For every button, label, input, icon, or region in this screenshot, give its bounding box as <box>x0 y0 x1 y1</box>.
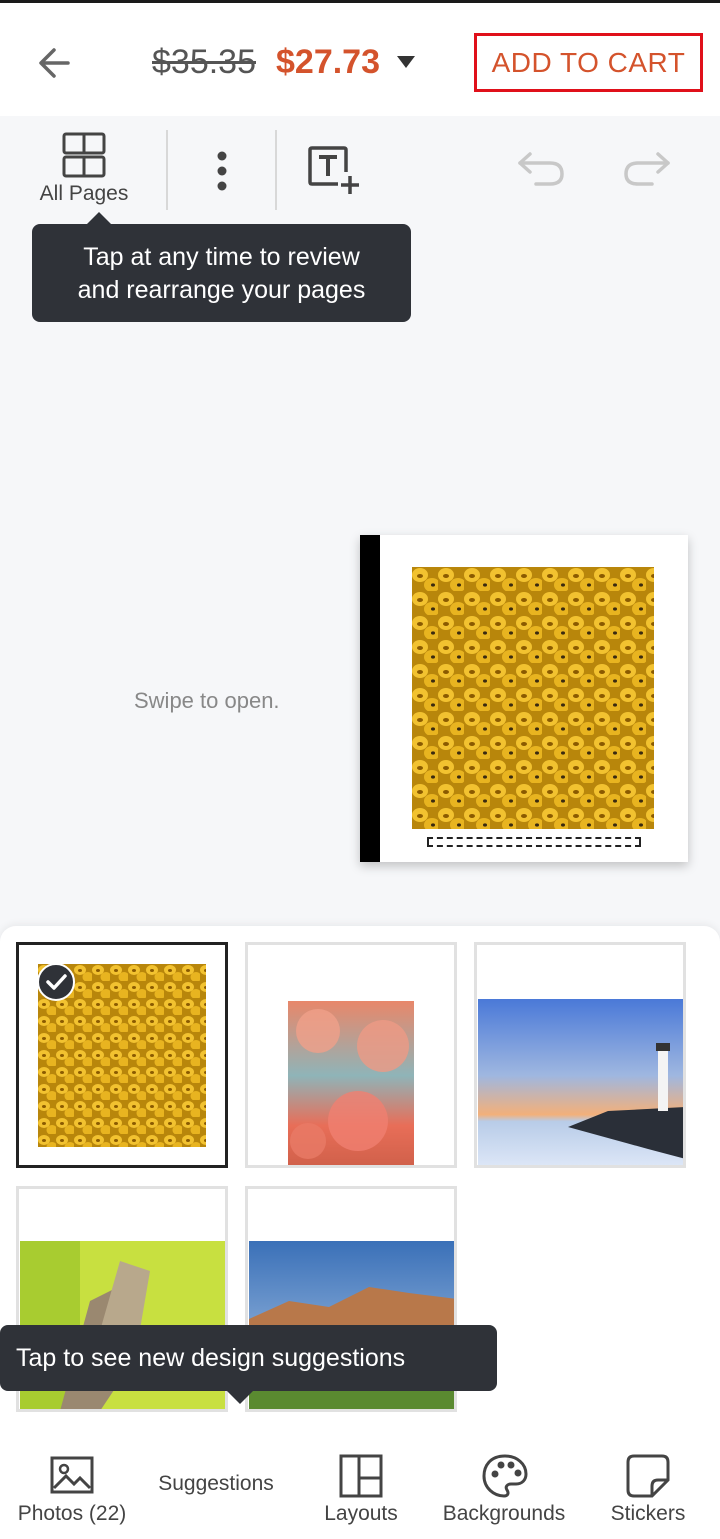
nav-layouts-label: Layouts <box>324 1502 398 1525</box>
nav-stickers-label: Stickers <box>610 1502 686 1525</box>
original-price: $35.35 <box>152 43 256 81</box>
suggestion-thumbnail <box>288 1001 414 1165</box>
sale-price[interactable]: $27.73 <box>276 43 380 82</box>
nav-backgrounds-label: Backgrounds <box>442 1502 566 1525</box>
cover-caption-field[interactable] <box>427 837 641 847</box>
palette-icon <box>482 1454 528 1498</box>
undo-button[interactable] <box>516 150 568 188</box>
grid-icon <box>62 132 106 178</box>
suggestion-thumbnail <box>478 999 683 1165</box>
photo-icon <box>50 1456 94 1494</box>
suggestions-tooltip[interactable]: Tap to see new design suggestions <box>0 1325 497 1404</box>
back-arrow-icon <box>39 48 70 78</box>
redo-button[interactable] <box>620 150 672 188</box>
pages-tooltip-line1: Tap at any time to review <box>83 243 360 271</box>
more-options-button[interactable] <box>206 150 238 192</box>
pages-tooltip[interactable]: Tap at any time to review and rearrange … <box>32 212 411 322</box>
book-cover[interactable] <box>360 535 688 862</box>
nav-photos-label: Photos (22) <box>17 1502 127 1525</box>
suggestion-tile[interactable] <box>16 942 228 1168</box>
suggestion-tile[interactable] <box>474 942 686 1168</box>
cover-photo[interactable] <box>412 567 654 829</box>
redo-icon <box>624 152 670 186</box>
add-text-button[interactable] <box>306 144 360 196</box>
toolbar-divider <box>275 130 277 210</box>
nav-layouts[interactable]: Layouts <box>312 1450 410 1530</box>
pages-tooltip-line2: and rearrange your pages <box>77 276 366 304</box>
nav-backgrounds[interactable]: Backgrounds <box>430 1450 578 1530</box>
undo-icon <box>518 152 564 186</box>
nav-suggestions-label: Suggestions <box>158 1472 274 1495</box>
more-vertical-icon <box>217 151 227 191</box>
add-text-icon <box>308 146 359 194</box>
nav-stickers[interactable]: Stickers <box>600 1450 696 1530</box>
all-pages-button[interactable]: All Pages <box>30 132 138 212</box>
book-spine <box>360 535 380 862</box>
swipe-hint: Swipe to open. <box>134 688 280 713</box>
toolbar-divider <box>166 130 168 210</box>
all-pages-label: All Pages <box>39 182 129 205</box>
layout-icon <box>339 1454 383 1498</box>
suggestion-tile[interactable] <box>245 942 457 1168</box>
sticker-icon <box>626 1454 670 1498</box>
add-to-cart-button[interactable]: ADD TO CART <box>474 33 703 92</box>
nav-photos[interactable]: Photos (22) <box>6 1450 138 1530</box>
top-bar: $35.35 $27.73 ADD TO CART <box>0 0 720 116</box>
price-dropdown-icon[interactable] <box>396 55 416 69</box>
nav-suggestions[interactable]: Suggestions <box>144 1450 288 1530</box>
back-button[interactable] <box>34 41 78 85</box>
selected-check <box>37 963 75 1001</box>
checkmark-icon <box>46 974 67 990</box>
